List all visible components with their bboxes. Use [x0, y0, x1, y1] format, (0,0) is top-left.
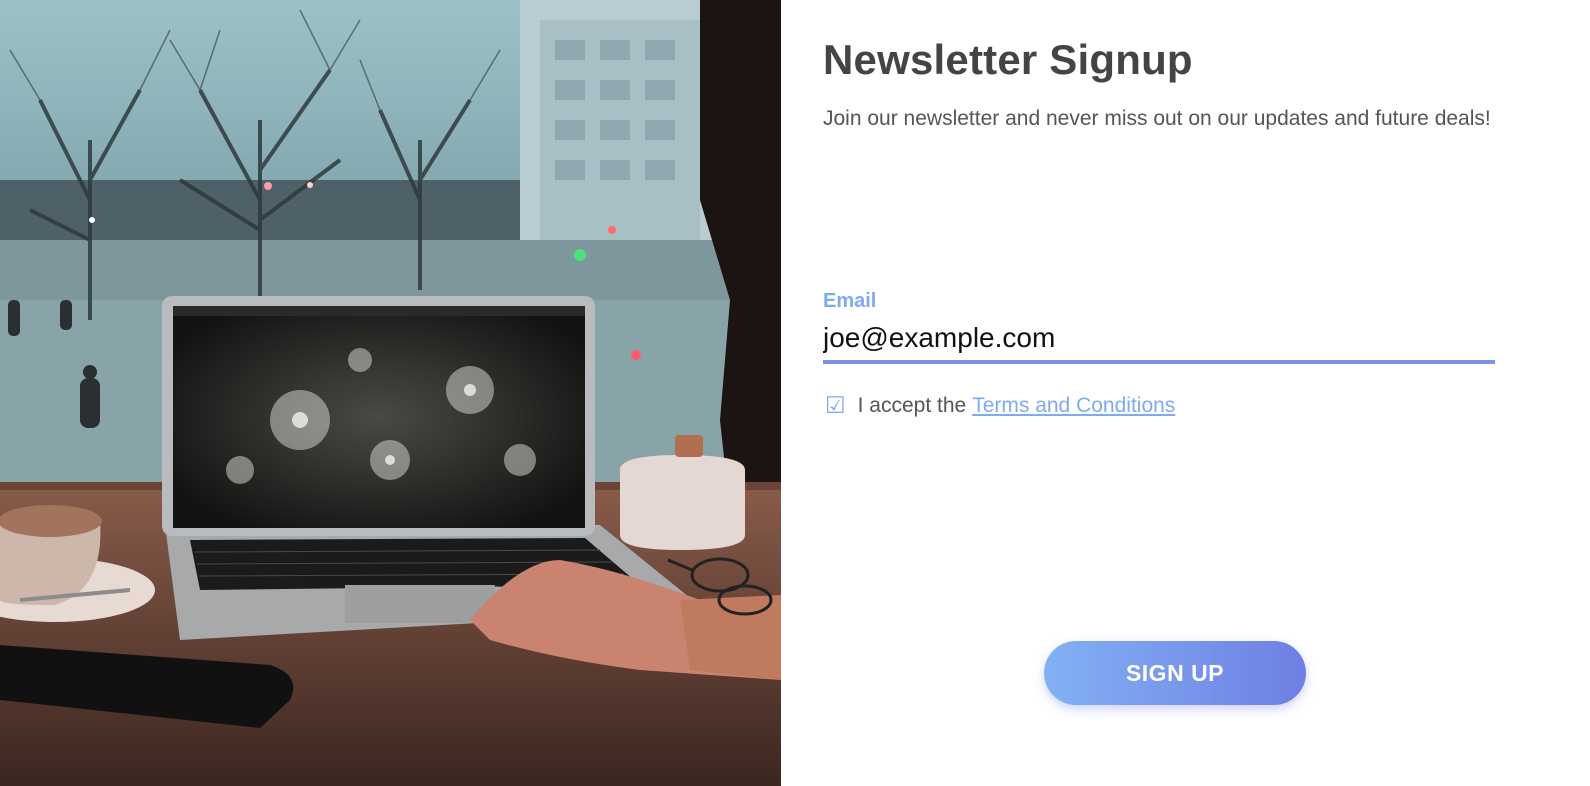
terms-prefix: I accept the — [857, 394, 967, 417]
email-field[interactable] — [823, 316, 1495, 364]
page-subtitle: Join our newsletter and never miss out o… — [823, 107, 1491, 130]
page-title: Newsletter Signup — [823, 36, 1193, 83]
laptop-cafe-illustration — [0, 0, 781, 786]
signup-page: Newsletter Signup Join our newsletter an… — [0, 0, 1590, 786]
terms-link[interactable]: Terms and Conditions — [972, 394, 1175, 418]
terms-row: ☑ I accept the Terms and Conditions — [825, 394, 1175, 418]
email-label: Email — [823, 290, 877, 312]
hero-photo — [0, 0, 781, 786]
checkbox-checked-icon[interactable]: ☑ — [825, 394, 846, 418]
signup-form: Newsletter Signup Join our newsletter an… — [781, 0, 1590, 786]
sign-up-button[interactable]: SIGN UP — [1044, 641, 1306, 705]
